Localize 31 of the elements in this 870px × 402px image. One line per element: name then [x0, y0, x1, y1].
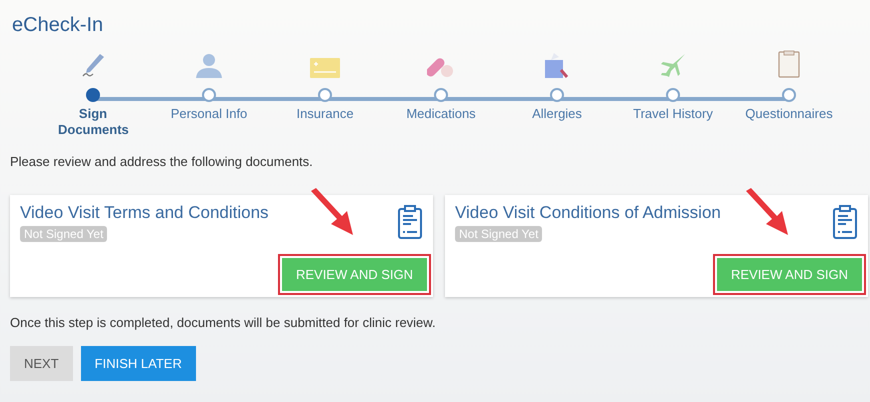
- next-button[interactable]: NEXT: [10, 346, 73, 381]
- completion-note: Once this step is completed, documents will be submitted for clinic review.: [10, 315, 437, 330]
- step-dot[interactable]: [434, 88, 448, 102]
- tissue-box-icon: [543, 52, 571, 78]
- pen-icon: [80, 52, 106, 78]
- document-title: Video Visit Conditions of Admission: [455, 203, 722, 223]
- finish-later-button[interactable]: FINISH LATER: [80, 346, 196, 381]
- step-dot[interactable]: [666, 88, 680, 102]
- step-dot[interactable]: [86, 88, 100, 102]
- clipboard-icon: [778, 50, 800, 78]
- step-label[interactable]: Questionnaires: [733, 106, 845, 122]
- review-and-sign-button[interactable]: REVIEW AND SIGN: [716, 258, 862, 291]
- step-label[interactable]: Sign Documents: [58, 106, 128, 138]
- step-label[interactable]: Insurance: [269, 106, 381, 122]
- card-icon: [310, 56, 340, 78]
- step-label[interactable]: Medications: [385, 106, 497, 122]
- step-dot[interactable]: [550, 88, 564, 102]
- clipboard-icon: [832, 205, 858, 239]
- review-and-sign-button[interactable]: REVIEW AND SIGN: [282, 258, 427, 291]
- instructions: Please review and address the following documents.: [10, 154, 314, 169]
- step-dot[interactable]: [202, 88, 216, 102]
- person-icon: [194, 52, 224, 78]
- document-title: Video Visit Terms and Conditions: [20, 203, 270, 223]
- step-label[interactable]: Travel History: [617, 106, 729, 122]
- clipboard-icon: [397, 205, 423, 239]
- step-label[interactable]: Allergies: [501, 106, 613, 122]
- step-label[interactable]: Personal Info: [153, 106, 265, 122]
- page-title: eCheck-In: [11, 13, 104, 37]
- step-dot[interactable]: [318, 88, 332, 102]
- airplane-icon: [659, 52, 687, 78]
- step-dot[interactable]: [782, 88, 796, 102]
